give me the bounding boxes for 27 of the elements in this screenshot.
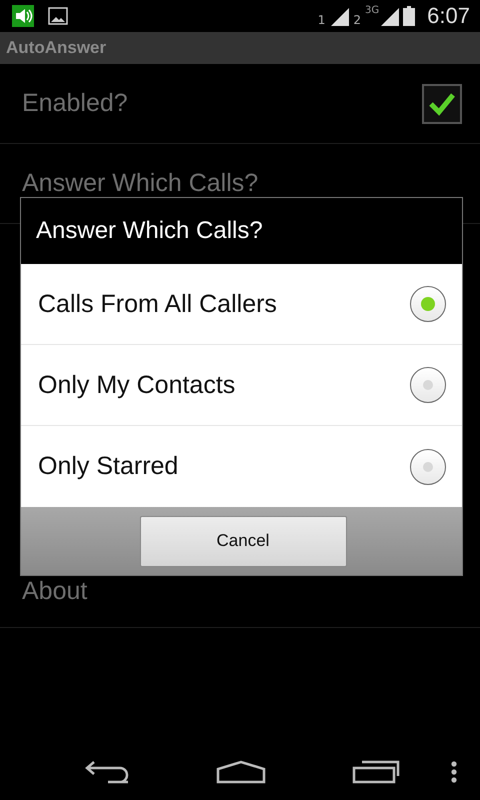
radio-button[interactable] xyxy=(410,448,446,484)
speaker-icon xyxy=(12,5,34,27)
checkmark-icon xyxy=(428,92,456,116)
option-item[interactable]: Calls From All Callers xyxy=(21,264,462,345)
dialog-title: Answer Which Calls? xyxy=(36,217,263,245)
signal-icon xyxy=(329,6,350,26)
sim-number: 2 xyxy=(353,13,362,27)
option-item[interactable]: Only My Contacts xyxy=(21,345,462,426)
network-type: 3G xyxy=(365,5,380,16)
setting-label[interactable]: About xyxy=(22,577,88,606)
image-icon xyxy=(48,7,68,25)
setting-label[interactable]: Enabled? xyxy=(22,89,128,118)
radio-button[interactable] xyxy=(410,367,446,403)
option-item[interactable]: Only Starred xyxy=(21,426,462,507)
setting-label[interactable]: Answer Which Calls? xyxy=(22,169,258,198)
back-icon[interactable] xyxy=(84,760,130,784)
sim-number: 1 xyxy=(318,13,326,27)
home-icon[interactable] xyxy=(216,760,266,784)
overflow-menu-icon[interactable] xyxy=(450,760,458,784)
clock: 6:07 xyxy=(427,3,470,29)
signal-icon xyxy=(379,6,400,26)
battery-icon xyxy=(403,6,416,26)
recent-apps-icon[interactable] xyxy=(352,760,400,784)
cancel-button[interactable]: Cancel xyxy=(140,516,346,566)
radio-button[interactable] xyxy=(410,286,446,322)
app-title: AutoAnswer xyxy=(6,38,106,58)
checkbox[interactable] xyxy=(422,84,462,124)
